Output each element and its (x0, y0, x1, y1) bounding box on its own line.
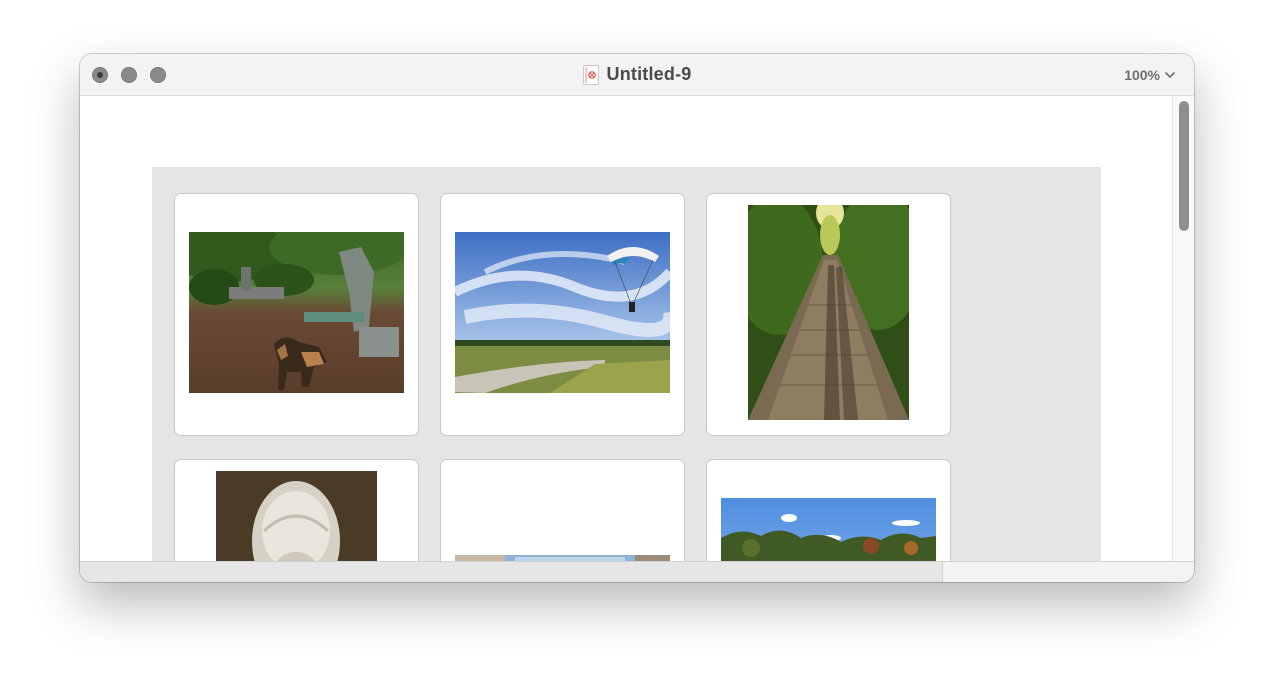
photo-card[interactable] (175, 460, 418, 562)
app-window: Untitled-9 100% (80, 54, 1194, 582)
document-title[interactable]: Untitled-9 (80, 54, 1194, 95)
scrollbar-corner (942, 562, 1194, 582)
photo-dog-statue-garden[interactable] (189, 232, 404, 393)
document-view[interactable] (80, 96, 1172, 562)
photo-card[interactable] (707, 460, 950, 562)
zoom-level: 100% (1124, 67, 1160, 83)
photo-card[interactable] (441, 194, 684, 435)
pages-document-icon (582, 64, 599, 85)
window-title: Untitled-9 (606, 64, 692, 84)
horizontal-scrollbar[interactable] (80, 561, 1194, 582)
photo-card[interactable] (707, 194, 950, 435)
zoom-menu[interactable]: 100% (1124, 66, 1176, 84)
photo-grid-canvas (152, 167, 1101, 562)
title-bar: Untitled-9 100% (80, 54, 1194, 96)
photo-card[interactable] (175, 194, 418, 435)
photo-veiled-marble-bust[interactable] (216, 471, 377, 562)
photo-paraglider-sky[interactable] (455, 232, 670, 393)
photo-card[interactable] (441, 460, 684, 562)
vertical-scroll-thumb[interactable] (1179, 101, 1189, 231)
photo-treeline-sky[interactable] (721, 498, 936, 562)
photo-boardwalk-forest[interactable] (748, 205, 909, 420)
vertical-scrollbar[interactable] (1172, 96, 1194, 562)
chevron-down-icon (1165, 72, 1175, 78)
